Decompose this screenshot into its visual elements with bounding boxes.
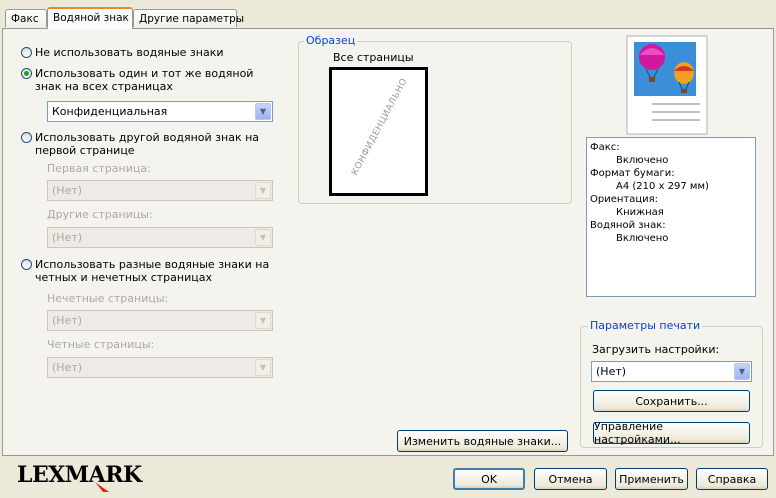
- chevron-down-icon[interactable]: ▼: [255, 182, 271, 199]
- apply-button[interactable]: Применить: [615, 468, 688, 490]
- summary-value: Книжная: [616, 207, 664, 218]
- load-settings-select[interactable]: (Нет) ▼: [591, 361, 752, 382]
- settings-summary-box: Факс: Включено Формат бумаги: A4 (210 x 297…: [586, 137, 756, 297]
- lexmark-logo-text: LEXMARK: [17, 462, 142, 488]
- save-settings-button[interactable]: Сохранить...: [593, 390, 750, 412]
- tab-watermark[interactable]: Водяной знак: [47, 7, 133, 29]
- radio-first-page-watermark-label: Использовать другой водяной знак на перв…: [35, 131, 260, 157]
- chevron-down-icon[interactable]: ▼: [255, 103, 271, 120]
- ok-button-label: OK: [481, 472, 497, 486]
- even-pages-select[interactable]: (Нет) ▼: [47, 357, 273, 378]
- chevron-down-icon[interactable]: ▼: [255, 312, 271, 329]
- manage-settings-button[interactable]: Управление настройками...: [593, 420, 750, 446]
- help-button[interactable]: Справка: [696, 468, 768, 490]
- chevron-down-icon[interactable]: ▼: [734, 363, 750, 380]
- chevron-down-icon[interactable]: ▼: [255, 229, 271, 246]
- lexmark-mark-icon: [95, 482, 109, 492]
- other-pages-select[interactable]: (Нет) ▼: [47, 227, 273, 248]
- radio-no-watermark-circle[interactable]: [21, 47, 32, 58]
- summary-key: Водяной знак:: [590, 220, 666, 231]
- other-pages-label: Другие страницы:: [47, 208, 153, 221]
- tab-other-params-label: Другие параметры: [139, 13, 245, 25]
- summary-key: Формат бумаги:: [590, 168, 675, 179]
- odd-pages-select[interactable]: (Нет) ▼: [47, 310, 273, 331]
- radio-same-watermark-circle[interactable]: [21, 68, 32, 79]
- ok-button[interactable]: OK: [453, 468, 525, 490]
- tab-fax-label: Факс: [11, 13, 39, 25]
- chevron-down-icon[interactable]: ▼: [255, 359, 271, 376]
- sample-group-title: Образец: [304, 34, 358, 47]
- radio-no-watermark[interactable]: Не использовать водяные знаки: [21, 46, 271, 59]
- radio-first-page-watermark[interactable]: Использовать другой водяной знак на перв…: [21, 131, 276, 157]
- load-settings-label: Загрузить настройки:: [592, 343, 720, 356]
- edit-watermarks-button[interactable]: Изменить водяные знаки...: [397, 430, 568, 452]
- odd-pages-select-value: (Нет): [52, 314, 83, 327]
- other-pages-select-value: (Нет): [52, 231, 83, 244]
- sample-caption: Все страницы: [333, 51, 414, 64]
- load-settings-select-value: (Нет): [596, 365, 627, 378]
- first-page-select-value: (Нет): [52, 184, 83, 197]
- radio-same-watermark-label: Использовать один и тот же водяной знак …: [35, 67, 254, 93]
- even-pages-select-value: (Нет): [52, 361, 83, 374]
- radio-odd-even-watermark-circle[interactable]: [21, 259, 32, 270]
- apply-button-label: Применить: [619, 472, 684, 486]
- edit-watermarks-button-label: Изменить водяные знаки...: [403, 434, 562, 448]
- print-params-title: Параметры печати: [588, 319, 703, 332]
- cancel-button[interactable]: Отмена: [534, 468, 607, 490]
- sample-watermark-text: КОНФИДЕНЦИАЛЬНО: [350, 76, 410, 178]
- sample-page-preview: КОНФИДЕНЦИАЛЬНО: [329, 67, 428, 196]
- radio-odd-even-watermark-label: Использовать разные водяные знаки на чет…: [35, 258, 270, 284]
- even-pages-label: Четные страницы:: [47, 338, 155, 351]
- summary-value: A4 (210 x 297 мм): [616, 181, 709, 192]
- manage-settings-button-label: Управление настройками...: [594, 420, 681, 446]
- radio-no-watermark-label: Не использовать водяные знаки: [35, 46, 224, 59]
- odd-pages-label: Нечетные страницы:: [47, 292, 169, 305]
- same-watermark-select[interactable]: Конфиденциальная ▼: [47, 101, 273, 122]
- tab-strip: Факс Водяной знак Другие параметры: [0, 0, 776, 30]
- first-page-label: Первая страница:: [47, 162, 151, 175]
- lexmark-logo: LEXMARK: [17, 460, 142, 492]
- help-button-label: Справка: [707, 472, 757, 486]
- radio-odd-even-watermark[interactable]: Использовать разные водяные знаки на чет…: [21, 258, 271, 284]
- summary-key: Факс:: [590, 142, 620, 153]
- radio-first-page-watermark-circle[interactable]: [21, 132, 32, 143]
- save-settings-button-label: Сохранить...: [635, 394, 708, 408]
- tab-other-params[interactable]: Другие параметры: [133, 9, 244, 27]
- tab-watermark-label: Водяной знак: [53, 12, 129, 24]
- summary-value: Включено: [616, 233, 669, 244]
- radio-same-watermark[interactable]: Использовать один и тот же водяной знак …: [21, 67, 271, 93]
- cancel-button-label: Отмена: [548, 472, 593, 486]
- summary-key: Ориентация:: [590, 194, 659, 205]
- tab-fax[interactable]: Факс: [5, 9, 47, 27]
- summary-value: Включено: [616, 155, 669, 166]
- first-page-select[interactable]: (Нет) ▼: [47, 180, 273, 201]
- page-preview-icon: [626, 35, 708, 135]
- same-watermark-select-value: Конфиденциальная: [52, 105, 168, 118]
